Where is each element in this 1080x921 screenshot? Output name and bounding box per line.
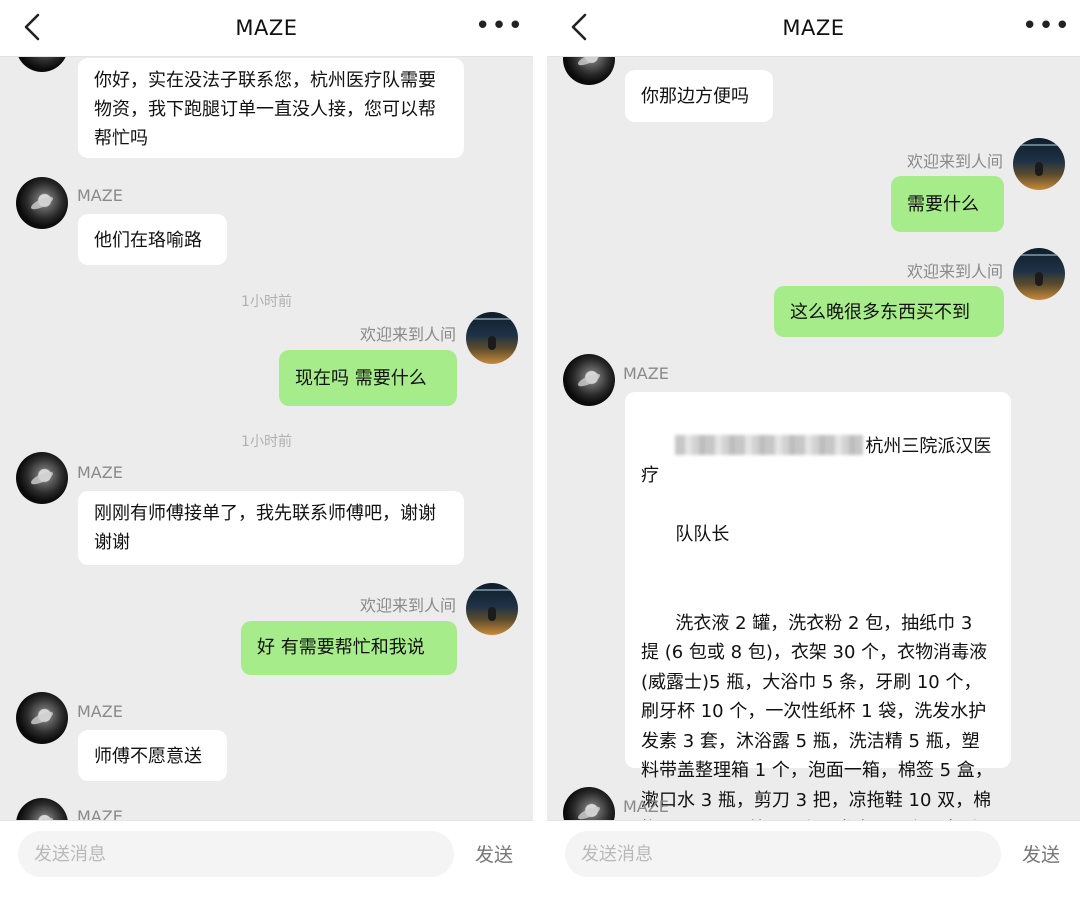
message-bubble: 刚刚有师傅接单了，我先联系师傅吧，谢谢谢谢: [78, 491, 464, 565]
chat-title: MAZE: [235, 16, 298, 40]
message-bubble: 现在吗 需要什么: [279, 350, 457, 406]
sender-name: MAZE: [77, 807, 123, 820]
message-input[interactable]: [565, 831, 1001, 877]
message-input[interactable]: [18, 831, 454, 877]
sender-name: MAZE: [77, 702, 123, 721]
chat-header: MAZE •••: [547, 0, 1080, 57]
message-bubble: 好 有需要帮忙和我说: [241, 621, 457, 675]
sender-name: 欢迎来到人间: [359, 596, 456, 615]
more-options-icon[interactable]: •••: [1022, 13, 1070, 40]
message-bubble: 师傅不愿意送: [78, 730, 227, 781]
chat-title: MAZE: [782, 16, 845, 40]
sender-name: 欢迎来到人间: [906, 152, 1003, 171]
timestamp: 1小时前: [241, 434, 292, 450]
avatar[interactable]: [16, 798, 68, 820]
sender-name: 欢迎来到人间: [906, 262, 1003, 281]
avatar[interactable]: [16, 452, 68, 504]
send-button[interactable]: 发送: [475, 840, 513, 867]
avatar[interactable]: [563, 354, 615, 406]
send-button[interactable]: 发送: [1022, 840, 1060, 867]
chat-panel-left: 你好，实在没法子联系您，杭州医疗队需要物资，我下跑腿订单一直没人接，您可以帮帮忙…: [0, 0, 533, 921]
avatar[interactable]: [563, 787, 615, 820]
sender-name: MAZE: [623, 797, 669, 816]
message-bubble: 你那边方便吗: [625, 70, 773, 122]
timestamp: 1小时前: [241, 294, 292, 310]
message-bubble: 这么晚很多东西买不到: [774, 286, 1004, 337]
message-bubble: 他们在珞喻路: [78, 214, 227, 265]
avatar[interactable]: [16, 177, 68, 229]
input-bar: 发送: [547, 820, 1080, 921]
redacted-name: [675, 434, 864, 455]
avatar[interactable]: [466, 312, 518, 364]
avatar[interactable]: [1013, 138, 1065, 190]
sender-name: MAZE: [77, 186, 123, 205]
sender-name: 欢迎来到人间: [359, 325, 456, 344]
avatar[interactable]: [1013, 248, 1065, 300]
sender-name: MAZE: [77, 463, 123, 482]
message-list[interactable]: MAZE 你那边方便吗 欢迎来到人间 需要什么 欢迎来到人间 这么晚很多东西买不…: [547, 0, 1080, 820]
message-bubble: 需要什么: [891, 176, 1004, 232]
sender-name: MAZE: [623, 364, 669, 383]
avatar[interactable]: [466, 583, 518, 635]
more-options-icon[interactable]: •••: [475, 13, 523, 40]
message-text: 队队长: [675, 524, 730, 545]
chat-header: MAZE •••: [0, 0, 533, 57]
message-bubble: 你好，实在没法子联系您，杭州医疗队需要物资，我下跑腿订单一直没人接，您可以帮帮忙…: [78, 58, 464, 158]
message-bubble: 杭州三院派汉医疗 队队长 洗衣液 2 罐，洗衣粉 2 包，抽纸巾 3 提 (6 …: [625, 392, 1011, 820]
input-bar: 发送: [0, 820, 533, 921]
message-text: 洗衣液 2 罐，洗衣粉 2 包，抽纸巾 3 提 (6 包或 8 包)，衣架 30…: [641, 612, 993, 821]
avatar[interactable]: [16, 692, 68, 744]
chat-panel-right: MAZE 你那边方便吗 欢迎来到人间 需要什么 欢迎来到人间 这么晚很多东西买不…: [547, 0, 1080, 921]
message-list[interactable]: 你好，实在没法子联系您，杭州医疗队需要物资，我下跑腿订单一直没人接，您可以帮帮忙…: [0, 0, 533, 820]
